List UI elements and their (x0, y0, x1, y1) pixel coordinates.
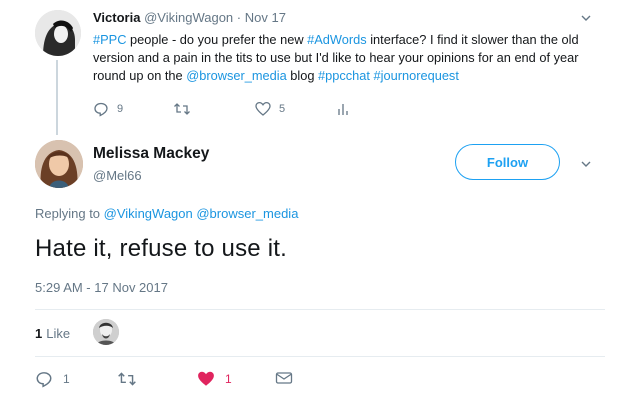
mention-link[interactable]: @VikingWagon (104, 206, 193, 221)
tweet-header: Victoria @VikingWagon · Nov 17 (93, 10, 286, 25)
mention-link[interactable]: @browser_media (186, 68, 286, 83)
tweet-timestamp[interactable]: 5:29 AM - 17 Nov 2017 (35, 280, 168, 295)
replying-to: Replying to @VikingWagon @browser_media (35, 206, 298, 221)
thread-connector (56, 60, 58, 135)
text-segment: people - do you prefer the new (126, 32, 308, 47)
reply-count: 1 (63, 372, 70, 386)
user-name[interactable]: Melissa Mackey (93, 145, 209, 163)
chevron-down-icon[interactable] (580, 12, 592, 24)
envelope-icon (275, 372, 293, 384)
tweet-date[interactable]: Nov 17 (245, 10, 286, 25)
like-button[interactable]: 5 (255, 101, 285, 117)
hashtag-link[interactable]: #ppcchat (318, 68, 370, 83)
parent-tweet[interactable]: Victoria @VikingWagon · Nov 17 #PPC peop… (0, 0, 630, 135)
user-handle[interactable]: @Mel66 (93, 168, 142, 183)
divider (35, 356, 605, 357)
mention-link[interactable]: @browser_media (196, 206, 298, 221)
user-handle[interactable]: @VikingWagon (144, 10, 233, 25)
retweet-icon (118, 372, 136, 386)
chevron-down-icon[interactable] (580, 158, 592, 170)
like-button[interactable]: 1 (197, 370, 232, 388)
likes-count: 1 (35, 325, 43, 341)
reply-button[interactable]: 9 (93, 101, 123, 117)
reply-icon (94, 102, 108, 117)
user-name[interactable]: Victoria (93, 10, 140, 25)
avatar[interactable] (35, 140, 83, 188)
hashtag-link[interactable]: #PPC (93, 32, 126, 47)
heart-icon (255, 101, 271, 116)
tweet-text: Hate it, refuse to use it. (35, 235, 287, 262)
reply-count: 9 (117, 103, 124, 115)
heart-icon (198, 371, 214, 386)
tweet-text: #PPC people - do you prefer the new #AdW… (93, 31, 613, 85)
likes-summary[interactable]: 1 Like (35, 318, 119, 348)
follow-button[interactable]: Follow (455, 144, 560, 180)
reply-icon (36, 372, 52, 388)
hashtag-link[interactable]: #AdWords (307, 32, 367, 47)
separator: · (236, 10, 242, 25)
avatar[interactable] (35, 10, 81, 56)
avatar[interactable] (93, 319, 119, 345)
like-count: 1 (225, 372, 232, 386)
reply-button[interactable]: 1 (35, 370, 70, 388)
analytics-button[interactable] (336, 101, 350, 117)
retweet-button[interactable] (173, 101, 191, 117)
likes-label: Like (46, 325, 71, 341)
replying-prefix: Replying to (35, 206, 104, 221)
divider (35, 309, 605, 310)
text-segment: blog (286, 68, 319, 83)
direct-message-button[interactable] (275, 370, 293, 386)
hashtag-link[interactable]: #journorequest (374, 68, 459, 83)
retweet-button[interactable] (117, 370, 137, 388)
retweet-icon (174, 103, 190, 115)
analytics-icon (338, 104, 348, 115)
like-count: 5 (279, 103, 286, 115)
